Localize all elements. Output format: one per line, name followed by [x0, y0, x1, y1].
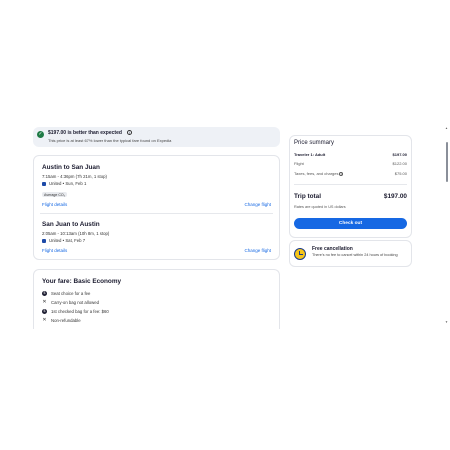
price-summary-title: Price summary	[294, 140, 335, 146]
flights-divider	[40, 213, 273, 214]
price-summary-card: Price summary Traveler 1: Adult $197.00 …	[289, 135, 412, 238]
fare-feature-seat: $ Seat choice for a fee	[42, 291, 91, 297]
fare-feature-text: 1st checked bag for a fee: $60	[51, 309, 109, 314]
x-icon: ✕	[42, 299, 47, 306]
outbound-airline-date: United • Sun, Feb 1	[49, 181, 87, 186]
fare-feature-text: Seat choice for a fee	[51, 291, 91, 296]
scroll-down-arrow-icon[interactable]: ▼	[445, 320, 448, 324]
outbound-times: 7:15am - 4:36pm (7h 21m, 1 stop)	[42, 174, 107, 179]
taxes-value: $75.00	[394, 171, 407, 176]
fare-feature-checked-bag: $1st checked bag for a fee: $60	[42, 309, 109, 315]
fare-feature-refund: ✕ Non-refundable	[42, 317, 81, 324]
trip-total-value: $197.00	[383, 193, 407, 200]
check-icon: ✓	[37, 131, 44, 138]
dollar-icon: $	[42, 309, 47, 315]
summary-divider	[294, 184, 407, 185]
check-out-button[interactable]: Check out	[294, 218, 407, 229]
traveler-value: $197.00	[392, 152, 407, 157]
info-icon[interactable]: i	[127, 130, 132, 135]
traveler-label: Traveler 1: Adult	[294, 152, 326, 157]
co2-badge: Average CO₂	[42, 192, 68, 197]
fare-feature-text: Non-refundable	[51, 318, 81, 323]
scrollbar-thumb[interactable]	[446, 142, 448, 182]
return-airline: United • Sat, Feb 7	[42, 238, 85, 243]
fare-card: Your fare: Basic Economy $ Seat choice fo…	[33, 269, 280, 329]
free-cancellation-text: There's no fee to cancel within 24 hours…	[312, 253, 398, 257]
return-airline-date: United • Sat, Feb 7	[49, 238, 86, 243]
fare-feature-carryon: ✕ Carry-on bag not allowed	[42, 300, 99, 305]
currency-note: Rates are quoted in US dollars	[294, 205, 346, 209]
return-route: San Juan to Austin	[42, 221, 100, 228]
free-cancellation-title: Free cancellation	[312, 246, 353, 252]
return-flight-details-link[interactable]: Flight details	[42, 248, 67, 253]
clock-icon	[294, 248, 306, 260]
traveler-row: Traveler 1: Adult $197.00	[294, 152, 407, 157]
return-times: 2:05am - 10:13am (10h 8m, 1 stop)	[42, 231, 110, 236]
free-cancellation-card: Free cancellation There's no fee to canc…	[289, 240, 412, 267]
banner-headline: $197.00 is better than expected	[48, 130, 122, 136]
dollar-icon: $	[42, 291, 47, 297]
outbound-flight-details-link[interactable]: Flight details	[42, 202, 67, 207]
info-icon[interactable]: i	[339, 172, 344, 176]
flights-card: Austin to San Juan 7:15am - 4:36pm (7h 2…	[33, 155, 280, 260]
united-logo-icon	[42, 181, 46, 186]
flight-label: Flight	[294, 161, 304, 166]
scroll-up-arrow-icon[interactable]: ▲	[445, 126, 448, 130]
price-insight-banner: ✓ $197.00 is better than expected i This…	[33, 127, 280, 147]
flight-value: $122.00	[392, 161, 407, 166]
banner-detail: This price is at least 67% lower than th…	[48, 138, 172, 143]
trip-total-label: Trip total	[294, 193, 321, 200]
taxes-row: Taxes, fees, and charges i $75.00	[294, 171, 407, 176]
fare-title: Your fare: Basic Economy	[42, 278, 122, 285]
flight-row: Flight $122.00	[294, 161, 407, 166]
outbound-route: Austin to San Juan	[42, 164, 100, 171]
taxes-label-wrap: Taxes, fees, and charges i	[294, 171, 344, 176]
x-icon: ✕	[42, 317, 47, 324]
taxes-label: Taxes, fees, and charges	[294, 171, 339, 176]
outbound-airline: United • Sun, Feb 1	[42, 181, 86, 186]
fare-feature-text: Carry-on bag not allowed	[51, 300, 100, 305]
trip-total-row: Trip total $197.00	[294, 193, 407, 200]
return-change-flight-link[interactable]: Change flight	[244, 248, 271, 253]
outbound-change-flight-link[interactable]: Change flight	[244, 202, 271, 207]
united-logo-icon	[42, 238, 46, 243]
